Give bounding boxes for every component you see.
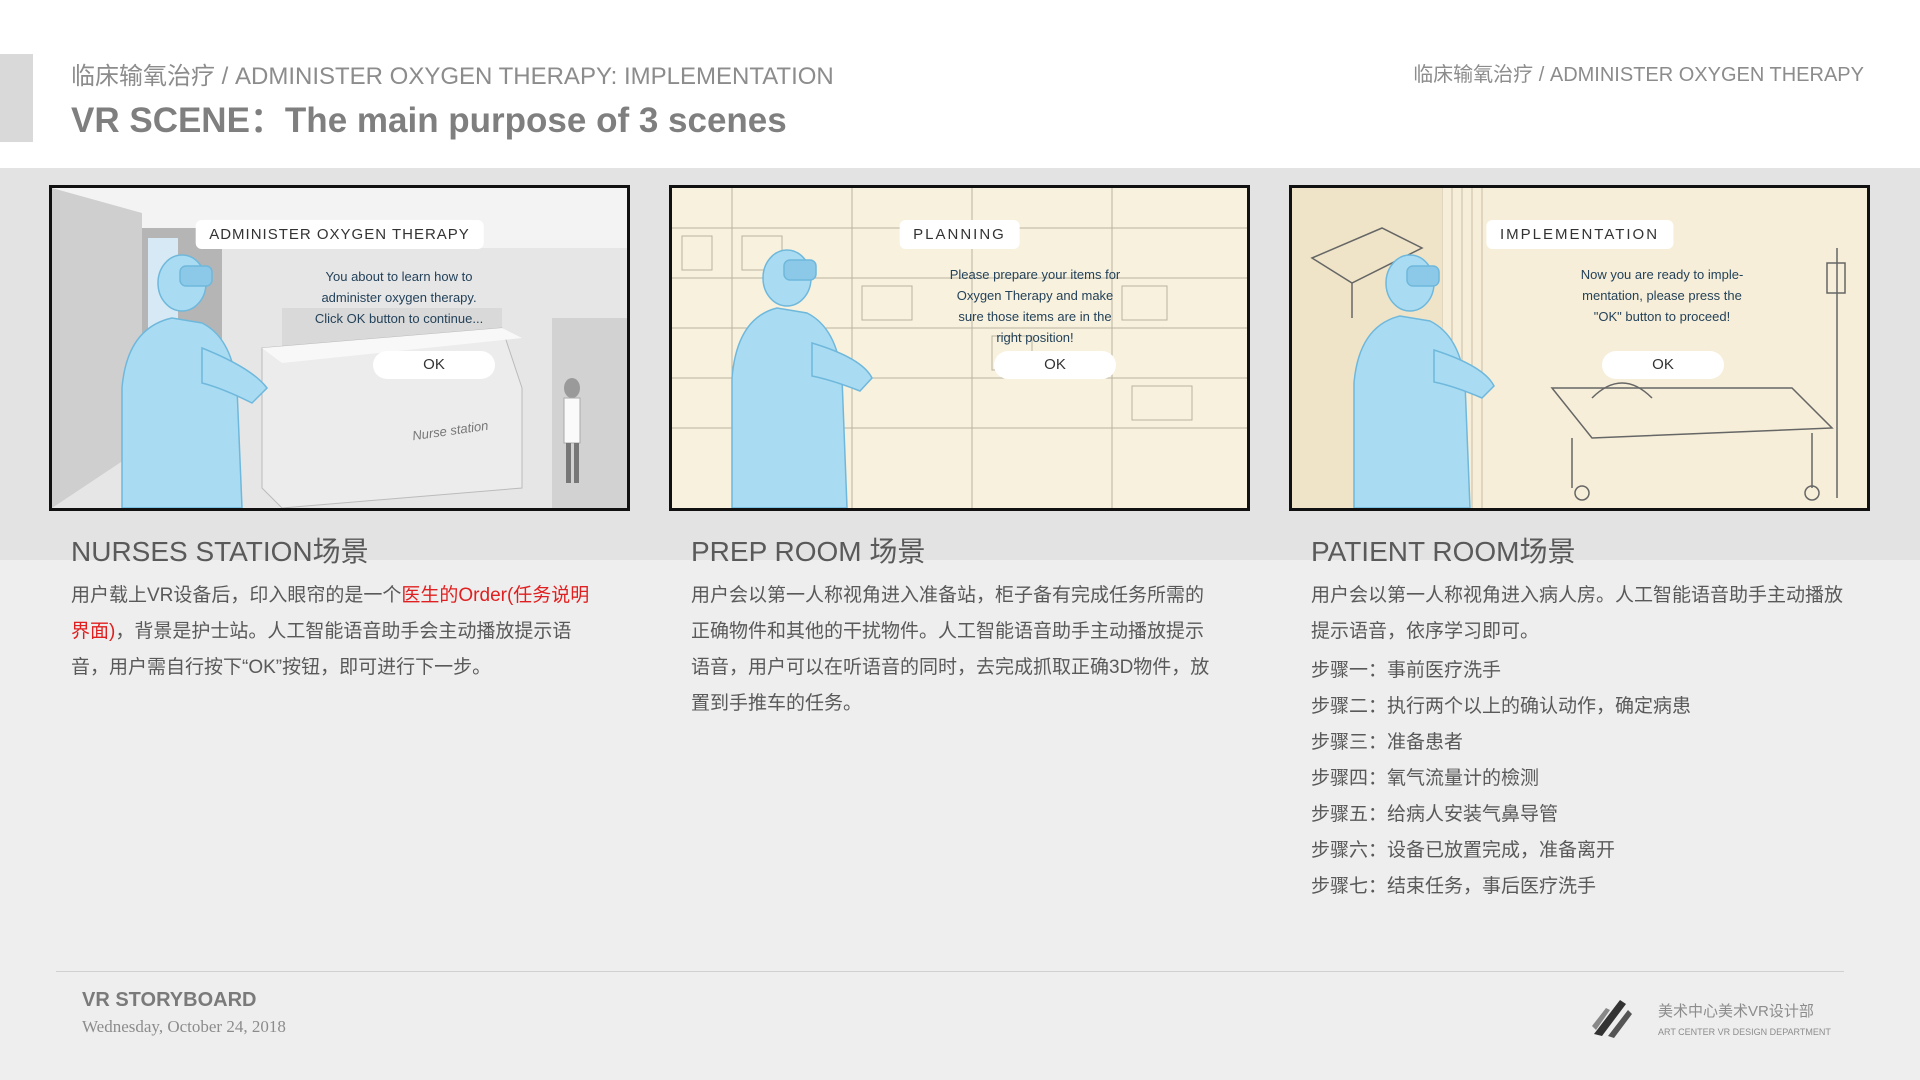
scene-description-prep-room: 用户会以第一人称视角进入准备站，柜子备有完成任务所需的正确物件和其他的干扰物件。… [691, 585, 1210, 714]
scene-label-patient-room: PATIENT ROOM场景 [1311, 536, 1576, 567]
ok-button-prep-room[interactable]: OK [994, 351, 1116, 379]
scene-description-nurses-station: 用户载上VR设备后，印入眼帘的是一个医生的Order(任务说明界面)，背景是护士… [71, 578, 591, 686]
description-text: ，背景是护士站。人工智能语音助手会主动播放提示语音，用户需自行按下“OK”按钮，… [71, 621, 572, 678]
step-item: 步骤四：氧气流量计的檢测 [1311, 768, 1540, 789]
dialog-body-nurses-station: You about to learn how to administer oxy… [314, 266, 484, 329]
scene-description-patient-room: 用户会以第一人称视角进入病人房。人工智能语音助手主动播放提示语音，依序学习即可。 [1311, 585, 1844, 642]
scene-label-prep-room: PREP ROOM 场景 [691, 536, 926, 567]
dialog-line: sure those items are in the [958, 309, 1112, 324]
logo-text-cn: 美术中心美术VR设计部 [1658, 1003, 1814, 1020]
step-item: 步骤六：设备已放置完成，准备离开 [1311, 840, 1616, 861]
dialog-line: Please prepare your items for [949, 267, 1121, 282]
footer-divider [56, 971, 1844, 972]
dialog-body-prep-room: Please prepare your items for Oxygen The… [935, 264, 1135, 348]
dialog-title-planning: PLANNING [899, 220, 1020, 249]
scene-panel-patient-room: IMPLEMENTATION Now you are ready to impl… [1289, 185, 1870, 511]
dialog-line: right position! [996, 330, 1074, 345]
dialog-line: Now you are ready to imple- [1580, 267, 1744, 282]
page-title: VR SCENE：The main purpose of 3 scenes [71, 101, 787, 140]
scene-panel-nurses-station: ADMINISTER OXYGEN THERAPY You about to l… [49, 185, 630, 511]
ok-button-patient-room[interactable]: OK [1602, 351, 1724, 379]
step-item: 步骤一：事前医疗洗手 [1311, 660, 1502, 681]
footer-title: VR STORYBOARD [82, 989, 257, 1011]
logo-text-en: ART CENTER VR DESIGN DEPARTMENT [1658, 1027, 1831, 1037]
brush-logo-icon [1592, 1000, 1632, 1038]
dialog-title-implementation: IMPLEMENTATION [1485, 220, 1674, 249]
dialog-line: Oxygen Therapy and make [956, 288, 1114, 303]
step-item: 步骤五：给病人安装气鼻导管 [1311, 804, 1559, 825]
scene-panel-prep-room: PLANNING Please prepare your items for O… [669, 185, 1250, 511]
dialog-body-patient-room: Now you are ready to imple- mentation, p… [1562, 264, 1762, 327]
step-item: 步骤七：结束任务，事后医疗洗手 [1311, 876, 1597, 897]
step-item: 步骤三：准备患者 [1311, 732, 1464, 753]
dialog-line: You about to learn how to [325, 269, 473, 284]
ok-button-nurses-station[interactable]: OK [373, 351, 495, 379]
dialog-line: Click OK button to continue... [314, 311, 484, 326]
header-right-label: 临床输氧治疗 / ADMINISTER OXYGEN THERAPY [1413, 64, 1864, 86]
scene-label-nurses-station: NURSES STATION场景 [71, 536, 369, 567]
dialog-line: administer oxygen therapy. [321, 290, 477, 305]
page-subtitle: 临床输氧治疗 / ADMINISTER OXYGEN THERAPY: IMPL… [71, 63, 834, 90]
description-text: 用户载上VR设备后，印入眼帘的是一个 [71, 585, 402, 606]
dialog-line: "OK" button to proceed! [1593, 309, 1731, 324]
dialog-line: mentation, please press the [1582, 288, 1742, 303]
step-item: 步骤二：执行两个以上的确认动作，确定病患 [1311, 696, 1692, 717]
side-tab [0, 54, 33, 142]
footer-date: Wednesday, October 24, 2018 [82, 1017, 286, 1036]
dialog-title-admin: ADMINISTER OXYGEN THERAPY [195, 220, 484, 249]
